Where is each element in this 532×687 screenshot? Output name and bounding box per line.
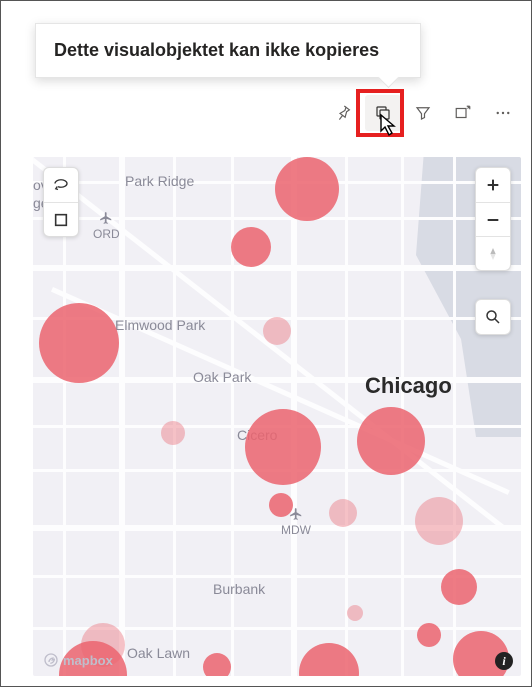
data-bubble[interactable] xyxy=(275,157,339,221)
map-info-button[interactable]: i xyxy=(495,652,513,670)
pin-icon xyxy=(334,104,352,122)
map-visual[interactable]: ove ge Park Ridge Elmwood Park Oak Park … xyxy=(33,157,521,676)
zoom-in-button[interactable] xyxy=(476,168,510,202)
data-bubble[interactable] xyxy=(299,643,359,676)
data-bubble[interactable] xyxy=(161,421,185,445)
road xyxy=(173,157,176,676)
map-label: Park Ridge xyxy=(125,173,194,189)
compass-icon xyxy=(485,246,501,262)
data-bubble[interactable] xyxy=(347,605,363,621)
map-label: Burbank xyxy=(213,581,265,597)
more-options-button[interactable] xyxy=(485,95,521,131)
map-search-control xyxy=(475,299,511,335)
map-label: Oak Lawn xyxy=(127,645,190,661)
focus-mode-button[interactable] xyxy=(445,95,481,131)
zoom-out-button[interactable] xyxy=(476,202,510,236)
data-bubble[interactable] xyxy=(415,497,463,545)
tooltip-text: Dette visualobjektet kan ikke kopieres xyxy=(54,40,379,60)
mapbox-logo-icon xyxy=(43,652,59,668)
plus-icon xyxy=(485,177,501,193)
data-bubble[interactable] xyxy=(231,227,271,267)
airport-code: ORD xyxy=(93,227,120,241)
airport-ord: ORD xyxy=(93,211,120,241)
tooltip: Dette visualobjektet kan ikke kopieres xyxy=(35,23,421,78)
visual-toolbar xyxy=(325,95,521,131)
airport-code: MDW xyxy=(281,523,311,537)
data-bubble[interactable] xyxy=(203,653,231,676)
data-bubble[interactable] xyxy=(441,569,477,605)
map-label: Elmwood Park xyxy=(115,317,205,333)
rect-select-button[interactable] xyxy=(44,202,78,236)
filter-icon xyxy=(414,104,432,122)
more-icon xyxy=(494,104,512,122)
focus-icon xyxy=(454,104,472,122)
rect-icon xyxy=(53,212,69,228)
attribution-text: mapbox xyxy=(63,653,113,668)
plane-icon xyxy=(99,211,113,225)
road xyxy=(33,265,521,271)
data-bubble[interactable] xyxy=(245,409,321,485)
data-bubble[interactable] xyxy=(39,303,119,383)
lasso-select-button[interactable] xyxy=(44,168,78,202)
reset-north-button[interactable] xyxy=(476,236,510,270)
minus-icon xyxy=(485,212,501,228)
data-bubble[interactable] xyxy=(357,407,425,475)
data-bubble[interactable] xyxy=(417,623,441,647)
map-search-button[interactable] xyxy=(476,300,510,334)
map-label-city: Chicago xyxy=(365,373,452,399)
map-label: Oak Park xyxy=(193,369,251,385)
data-bubble[interactable] xyxy=(269,493,293,517)
filter-button[interactable] xyxy=(405,95,441,131)
copy-button[interactable] xyxy=(365,95,401,131)
search-icon xyxy=(484,308,502,326)
map-attribution[interactable]: mapbox xyxy=(43,652,113,668)
data-bubble[interactable] xyxy=(263,317,291,345)
map-select-controls xyxy=(43,167,79,237)
pin-button[interactable] xyxy=(325,95,361,131)
lasso-icon xyxy=(52,176,70,194)
copy-icon xyxy=(374,104,392,122)
map-zoom-controls xyxy=(475,167,511,271)
data-bubble[interactable] xyxy=(329,499,357,527)
